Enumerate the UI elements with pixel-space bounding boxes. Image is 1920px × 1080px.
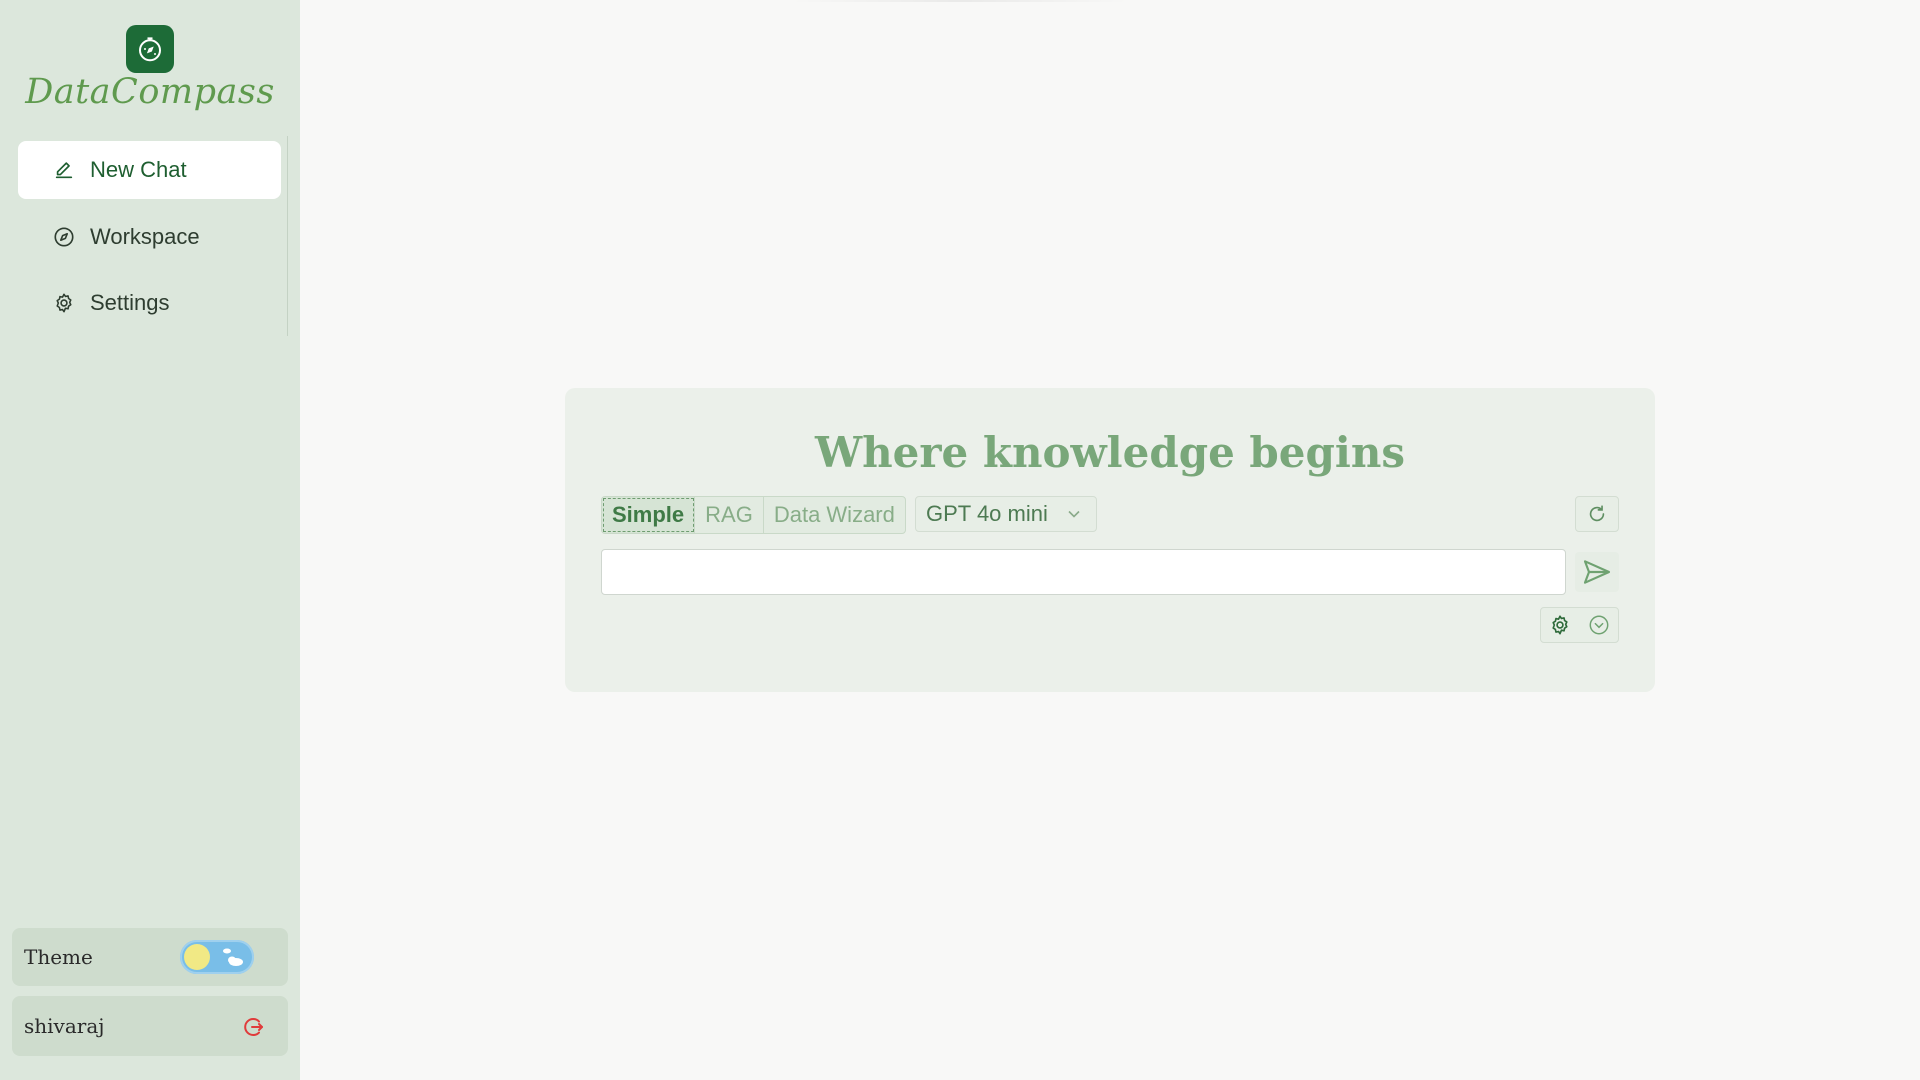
sidebar-item-label: New Chat	[90, 157, 187, 182]
chevron-down-circle-icon[interactable]	[1588, 614, 1610, 636]
sidebar-item-workspace[interactable]: Workspace	[18, 208, 281, 266]
sidebar-item-settings[interactable]: Settings	[18, 274, 281, 332]
gear-icon[interactable]	[1549, 614, 1571, 636]
model-select[interactable]: GPT 4o mini	[915, 496, 1097, 532]
send-button[interactable]	[1575, 552, 1619, 592]
user-panel: shivaraj	[12, 996, 288, 1056]
sidebar-item-label: Settings	[90, 290, 170, 315]
compass-icon	[139, 37, 161, 62]
compass-icon	[52, 225, 76, 249]
top-shadow	[790, 0, 1130, 2]
options-group	[1540, 607, 1619, 643]
mode-selector: Simple RAG Data Wizard	[601, 496, 906, 534]
page-title: Where knowledge begins	[814, 428, 1406, 477]
chevron-down-icon	[1068, 510, 1080, 518]
chat-card: Where knowledge begins Simple RAG Data W…	[565, 388, 1655, 692]
sun-icon	[184, 944, 210, 970]
theme-label: Theme	[24, 945, 93, 969]
mode-data-wizard-button[interactable]: Data Wizard	[764, 497, 905, 533]
sidebar-item-label: Workspace	[90, 224, 200, 249]
cloud-icon	[223, 948, 243, 966]
theme-panel: Theme	[12, 928, 288, 986]
theme-toggle[interactable]	[180, 940, 254, 974]
logo[interactable]	[126, 25, 174, 73]
chat-input[interactable]	[601, 549, 1566, 595]
pencil-icon	[52, 158, 76, 182]
gear-icon	[52, 291, 76, 315]
sidebar-divider	[287, 136, 288, 336]
sidebar: DataCompass New Chat Workspace Settings	[0, 0, 300, 1080]
model-select-value: GPT 4o mini	[926, 501, 1048, 526]
mode-rag-button[interactable]: RAG	[695, 497, 764, 533]
sidebar-item-new-chat[interactable]: New Chat	[18, 141, 281, 199]
send-icon	[1583, 560, 1611, 584]
refresh-icon	[1589, 505, 1605, 522]
brand-name: DataCompass	[25, 72, 275, 112]
refresh-button[interactable]	[1575, 496, 1619, 532]
mode-simple-button[interactable]: Simple	[602, 497, 696, 533]
user-name: shivaraj	[24, 1014, 105, 1038]
logout-icon[interactable]	[240, 1014, 266, 1040]
